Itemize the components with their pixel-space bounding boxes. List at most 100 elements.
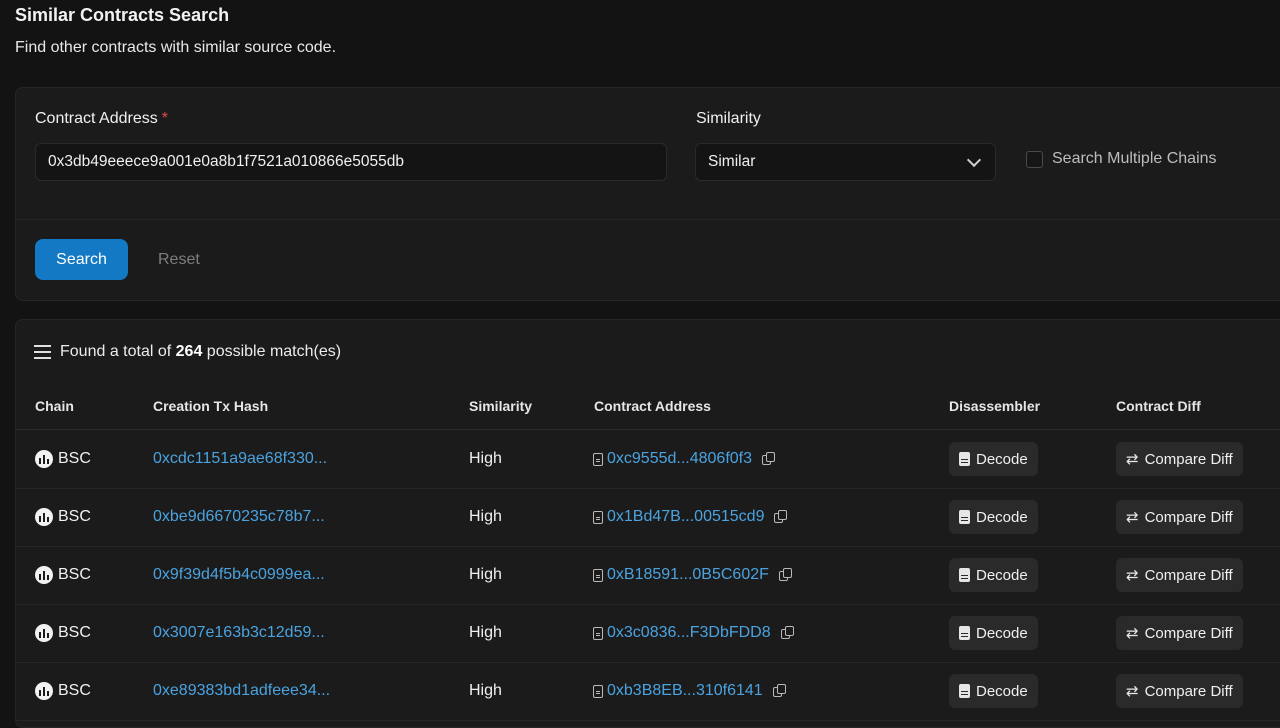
tx-hash-link[interactable]: 0x3007e163b3c12d59...	[153, 604, 325, 662]
compare-diff-button[interactable]: ⇄ Compare Diff	[1116, 500, 1243, 534]
copy-icon[interactable]	[762, 452, 776, 466]
search-multiple-chains-label: Search Multiple Chains	[1052, 150, 1217, 167]
contract-address-cell: 0x1Bd47B...00515cd9	[593, 488, 788, 546]
contract-address-link[interactable]: 0xb3B8EB...310f6141	[607, 682, 763, 700]
compare-diff-label: Compare Diff	[1144, 450, 1233, 468]
chain-cell: BSC	[35, 430, 91, 488]
bsc-chain-icon	[35, 566, 53, 584]
bsc-chain-icon	[35, 450, 53, 468]
contract-address-cell: 0xc9555d...4806f0f3	[593, 430, 776, 488]
chain-name: BSC	[58, 508, 91, 525]
contract-address-input[interactable]: 0x3db49eeece9a001e0a8b1f7521a010866e5055…	[35, 143, 667, 181]
document-icon	[593, 452, 603, 466]
contract-address-cell: 0xb3B8EB...310f6141	[593, 662, 787, 720]
chain-name: BSC	[58, 450, 91, 467]
document-icon	[593, 568, 603, 582]
decode-button[interactable]: Decode	[949, 674, 1038, 708]
search-button[interactable]: Search	[35, 239, 128, 280]
bsc-chain-icon	[35, 624, 53, 642]
tx-hash-link[interactable]: 0xe89383bd1adfeee34...	[153, 662, 330, 720]
document-icon	[593, 510, 603, 524]
results-summary-suffix: possible match(es)	[206, 343, 342, 360]
bsc-chain-icon	[35, 682, 53, 700]
copy-icon[interactable]	[774, 510, 788, 524]
required-mark: *	[161, 110, 168, 127]
compare-diff-button[interactable]: ⇄ Compare Diff	[1116, 442, 1243, 476]
reset-button[interactable]: Reset	[158, 251, 200, 269]
similarity-value: Similar	[708, 153, 756, 170]
copy-icon[interactable]	[778, 568, 793, 582]
contract-address-link[interactable]: 0x1Bd47B...00515cd9	[607, 508, 764, 526]
copy-icon[interactable]	[780, 626, 795, 640]
file-icon	[959, 684, 970, 698]
chain-cell: BSC	[35, 604, 91, 662]
contract-address-value: 0x3db49eeece9a001e0a8b1f7521a010866e5055…	[48, 153, 405, 170]
file-icon	[959, 626, 970, 640]
similarity-select[interactable]: Similar	[695, 143, 996, 181]
file-icon	[959, 452, 970, 466]
decode-label: Decode	[976, 450, 1028, 468]
compare-diff-button[interactable]: ⇄ Compare Diff	[1116, 616, 1243, 650]
table-row: BSC 0x9f39d4f5b4c0999ea... High 0xB18591…	[16, 546, 1280, 605]
search-form-card: Contract Address * 0x3db49eeece9a001e0a8b…	[15, 87, 1280, 301]
compare-diff-label: Compare Diff	[1144, 508, 1233, 526]
file-icon	[959, 568, 970, 582]
similarity-label: Similarity	[696, 110, 761, 127]
contract-address-cell: 0xB18591...0B5C602F	[593, 546, 793, 604]
similarity-value: High	[469, 624, 502, 641]
list-icon	[34, 345, 51, 359]
column-header-contract-diff: Contract Diff	[1116, 398, 1201, 414]
column-header-similarity: Similarity	[469, 398, 533, 414]
results-summary: Found a total of 264 possible match(es)	[34, 343, 341, 361]
table-row: BSC 0xe89383bd1adfeee34... High 0xb3B8EB…	[16, 662, 1280, 721]
results-summary-prefix: Found a total of	[60, 343, 172, 360]
column-header-disassembler: Disassembler	[949, 398, 1041, 414]
column-header-creation-tx-hash: Creation Tx Hash	[153, 398, 269, 414]
document-icon	[593, 684, 603, 698]
compare-diff-label: Compare Diff	[1144, 624, 1233, 642]
column-header-contract-address: Contract Address	[594, 398, 711, 414]
swap-arrows-icon: ⇄	[1126, 507, 1139, 526]
decode-button[interactable]: Decode	[949, 500, 1038, 534]
page-subtitle: Find other contracts with similar source…	[15, 39, 337, 56]
contract-address-link[interactable]: 0xB18591...0B5C602F	[607, 566, 769, 584]
swap-arrows-icon: ⇄	[1126, 449, 1139, 468]
compare-diff-button[interactable]: ⇄ Compare Diff	[1116, 674, 1243, 708]
results-count: 264	[175, 343, 203, 360]
document-icon	[593, 626, 603, 640]
chain-cell: BSC	[35, 488, 91, 546]
page-title: Similar Contracts Search	[15, 5, 230, 25]
search-multiple-chains-option[interactable]: Search Multiple Chains	[1026, 150, 1217, 168]
table-row: BSC 0xbe9d6670235c78b7... High 0x1Bd47B.…	[16, 488, 1280, 547]
contract-address-label: Contract Address *	[35, 110, 168, 128]
similarity-value: High	[469, 450, 502, 467]
copy-icon[interactable]	[772, 684, 787, 698]
similarity-value: High	[469, 566, 502, 583]
decode-button[interactable]: Decode	[949, 616, 1038, 650]
results-card: Found a total of 264 possible match(es) …	[15, 319, 1280, 728]
search-multiple-chains-checkbox[interactable]	[1026, 150, 1043, 168]
decode-label: Decode	[976, 682, 1028, 700]
compare-diff-label: Compare Diff	[1144, 682, 1233, 700]
contract-address-cell: 0x3c0836...F3DbFDD8	[593, 604, 795, 662]
chain-name: BSC	[58, 624, 91, 641]
contract-address-link[interactable]: 0x3c0836...F3DbFDD8	[607, 624, 771, 642]
file-icon	[959, 510, 970, 524]
contract-address-link[interactable]: 0xc9555d...4806f0f3	[607, 450, 752, 468]
compare-diff-label: Compare Diff	[1144, 566, 1233, 584]
table-row: BSC 0x3007e163b3c12d59... High 0x3c0836.…	[16, 604, 1280, 663]
tx-hash-link[interactable]: 0xcdc1151a9ae68f330...	[153, 430, 327, 488]
compare-diff-button[interactable]: ⇄ Compare Diff	[1116, 558, 1243, 592]
table-row: BSC 0xcdc1151a9ae68f330... High 0xc9555d…	[16, 430, 1280, 489]
decode-button[interactable]: Decode	[949, 442, 1038, 476]
swap-arrows-icon: ⇄	[1126, 565, 1139, 584]
swap-arrows-icon: ⇄	[1126, 681, 1139, 700]
tx-hash-link[interactable]: 0x9f39d4f5b4c0999ea...	[153, 546, 325, 604]
chevron-down-icon	[966, 152, 982, 167]
chain-cell: BSC	[35, 546, 91, 604]
decode-button[interactable]: Decode	[949, 558, 1038, 592]
similarity-value: High	[469, 508, 502, 525]
swap-arrows-icon: ⇄	[1126, 623, 1139, 642]
tx-hash-link[interactable]: 0xbe9d6670235c78b7...	[153, 488, 325, 546]
decode-label: Decode	[976, 624, 1028, 642]
